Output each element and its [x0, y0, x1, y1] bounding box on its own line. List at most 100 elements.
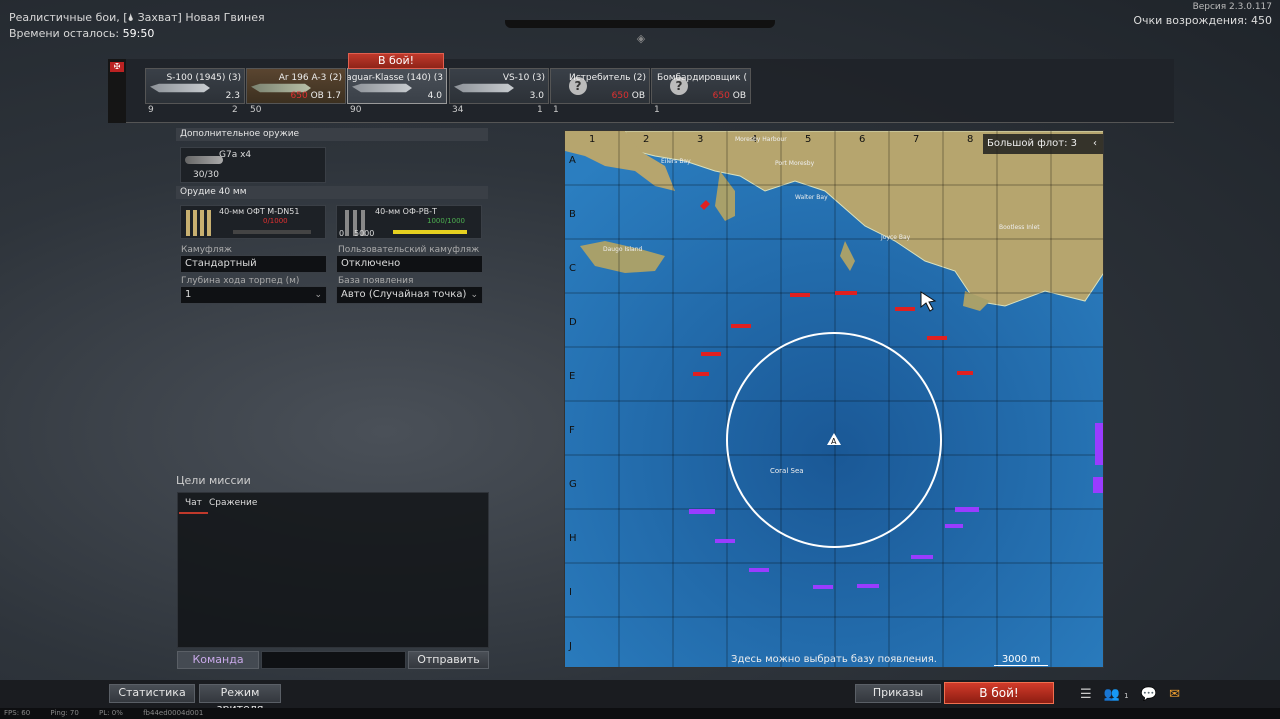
- ally-ship-icon: [689, 509, 715, 514]
- chevron-left-icon[interactable]: ‹: [1093, 134, 1097, 154]
- ping: Ping: 70: [50, 709, 79, 717]
- camo-select[interactable]: Стандартный: [180, 255, 327, 273]
- row-label: A: [569, 155, 576, 166]
- menu-icon[interactable]: ☰: [1080, 687, 1092, 702]
- ammo-name: 40-мм ОФ-РВ-Т: [375, 207, 437, 216]
- user-camo-select[interactable]: Отключено: [336, 255, 483, 273]
- send-button[interactable]: Отправить: [408, 651, 489, 669]
- ship-mode-icon: 🌢: [127, 11, 135, 24]
- squad-count: 1: [1124, 692, 1129, 700]
- slot-fighter[interactable]: ? Истребитель (2) 650 ОВ: [550, 68, 650, 104]
- row-label: B: [569, 209, 576, 220]
- slot-bomber[interactable]: ? Бомбардировщик ( 650 ОВ: [651, 68, 751, 104]
- slot-s100[interactable]: S-100 (1945) (3) 2.3: [145, 68, 245, 104]
- torpedo-count: 30/30: [193, 170, 219, 180]
- slot-count: 1: [654, 105, 660, 115]
- slot-name: Истребитель (2): [568, 73, 646, 83]
- col-label: 7: [913, 134, 919, 145]
- torpedo-icon: [185, 156, 223, 164]
- mode-text: Реалистичные бои, [: [9, 11, 128, 24]
- slot-jaguar[interactable]: Jaguar-Klasse (140) (3 4.0: [347, 68, 447, 104]
- map[interactable]: 1 2 3 4 5 6 7 8 A B C D E F G H I J More…: [564, 130, 1104, 668]
- ally-plane-icon: [1093, 477, 1103, 493]
- tab-battle[interactable]: Сражение: [203, 492, 263, 514]
- fleet-panel[interactable]: Большой флот: 3 ‹: [983, 134, 1103, 154]
- revive-value: 450: [1251, 14, 1272, 27]
- enemy-ship-icon: [927, 336, 947, 340]
- time-value: 59:50: [122, 27, 155, 40]
- camo-label: Камуфляж: [181, 245, 232, 255]
- row-label: D: [569, 317, 577, 328]
- torpedo-card[interactable]: G7a x4 30/30: [180, 147, 326, 183]
- boat-icon: [454, 83, 514, 93]
- place-label: Bootless Inlet: [999, 224, 1040, 231]
- ammo-bar[interactable]: [393, 230, 467, 234]
- orders-button[interactable]: Приказы: [855, 684, 941, 703]
- stats-button[interactable]: Статистика: [109, 684, 195, 703]
- ammo-count: 0/1000: [263, 217, 288, 225]
- place-label: Port Moresby: [775, 160, 815, 167]
- ammo-card-2[interactable]: 40-мм ОФ-РВ-Т 1000/1000 0 5000: [336, 205, 482, 239]
- capture-point-label: A: [831, 437, 837, 446]
- team-button[interactable]: Команда: [177, 651, 259, 669]
- to-battle-button[interactable]: В бой!: [944, 682, 1054, 704]
- chat-icon[interactable]: 💬: [1141, 687, 1157, 702]
- mail-icon[interactable]: ✉: [1169, 687, 1180, 702]
- spawn-select[interactable]: Авто (Случайная точка) ⌄: [336, 286, 483, 304]
- revive-label: Очки возрождения:: [1133, 14, 1248, 27]
- to-battle-small-button[interactable]: В бой!: [348, 53, 444, 69]
- col-label: 5: [805, 134, 811, 145]
- fleet-label: Большой флот: 3: [987, 138, 1078, 149]
- enemy-ship-icon: [693, 372, 709, 376]
- place-label: Daugo Island: [603, 246, 643, 253]
- shell-icon: [186, 210, 214, 236]
- slot-cost: 650: [290, 91, 308, 101]
- secondary-header: Дополнительное оружие: [176, 128, 488, 141]
- place-label: Walter Bay: [795, 194, 828, 201]
- slot-count: 50: [250, 105, 262, 115]
- slot-vs10[interactable]: VS-10 (3) 3.0: [449, 68, 549, 104]
- battle-info: Реалистичные бои, [🌢 Захват] Новая Гвине…: [9, 10, 265, 42]
- ally-ship-icon: [911, 555, 933, 559]
- ally-ship-icon: [813, 585, 833, 589]
- col-label: 2: [643, 134, 649, 145]
- place-label: Moresby Harbour: [735, 136, 787, 143]
- mission-goals: Цели миссии: [176, 474, 251, 487]
- status-bar: FPS: 60 Ping: 70 PL: 0% fb44ed0004d001: [0, 708, 1280, 719]
- squad-icon[interactable]: 👥: [1104, 687, 1120, 702]
- row-label: F: [569, 425, 575, 436]
- depth-select[interactable]: 1 ⌄: [180, 286, 327, 304]
- time-label: Времени осталось:: [9, 27, 120, 40]
- chat-tabs: Чат Сражение: [177, 492, 489, 514]
- row-label: C: [569, 263, 576, 274]
- slot-br: ОВ: [631, 91, 645, 101]
- slot-name: S-100 (1945) (3): [166, 73, 241, 83]
- chat-input[interactable]: [261, 651, 406, 669]
- spectator-button[interactable]: Режим зрителя: [199, 684, 281, 715]
- version: Версия 2.3.0.117: [1192, 2, 1272, 12]
- spawn-value: Авто (Случайная точка): [341, 289, 467, 300]
- enemy-ship-icon: [895, 307, 915, 311]
- slot-name: Jaguar-Klasse (140) (3: [347, 73, 443, 83]
- depth-label: Глубина хода торпед (м): [181, 276, 300, 286]
- guns-header: Орудие 40 мм: [176, 186, 488, 199]
- ammo-bar[interactable]: [233, 230, 311, 234]
- enemy-ship-icon: [731, 324, 751, 328]
- slot-count-right: 1: [537, 105, 543, 115]
- chevron-down-icon: ⌄: [470, 290, 478, 300]
- torpedo-name: G7a x4: [219, 150, 252, 160]
- boat-icon: [150, 83, 210, 93]
- slot-name: Ar 196 A-3 (2): [278, 73, 342, 83]
- enemy-ship-icon: [701, 352, 721, 356]
- slot-br: ОВ 1.7: [310, 91, 341, 101]
- chevron-down-icon: ⌄: [314, 290, 322, 300]
- depth-value: 1: [185, 289, 192, 300]
- ammo-card-1[interactable]: 40-мм ОФТ M-DN51 0/1000: [180, 205, 326, 239]
- place-label: Eilers Bay: [661, 158, 691, 165]
- fps: FPS: 60: [4, 709, 31, 717]
- ammo-left-2: 5000: [354, 229, 375, 238]
- user-camo-label: Пользовательский камуфляж: [338, 245, 480, 255]
- col-label: 8: [967, 134, 973, 145]
- slot-ar196[interactable]: Ar 196 A-3 (2) 650 ОВ 1.7: [246, 68, 346, 104]
- row-label: E: [569, 371, 575, 382]
